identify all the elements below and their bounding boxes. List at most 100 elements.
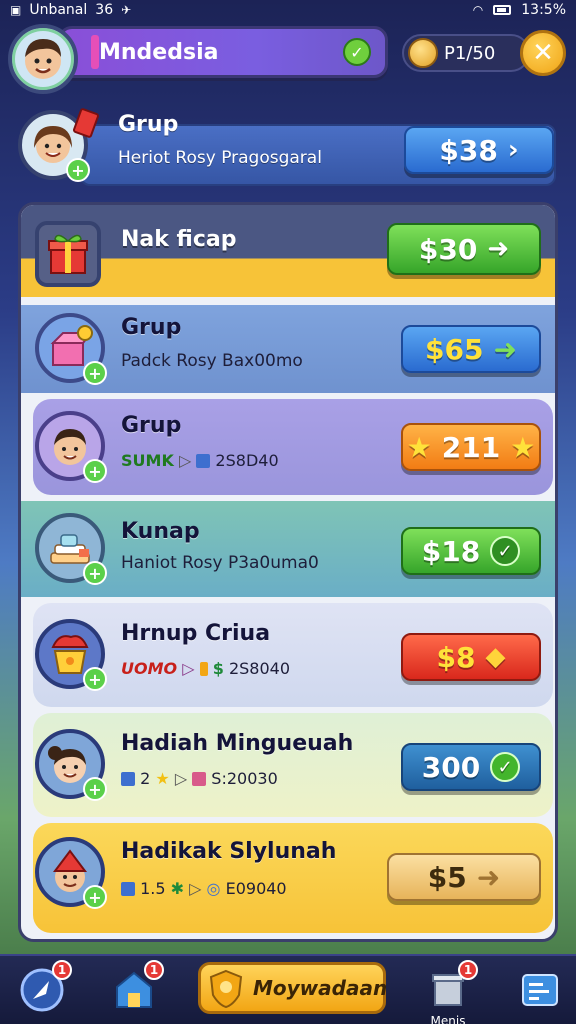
shield-icon (209, 969, 243, 1009)
wifi-icon: ◠ (472, 3, 484, 17)
add-icon: + (83, 667, 107, 691)
ticket-icon (121, 772, 135, 786)
item-sub-value: 2S8D40 (215, 451, 279, 470)
play-icon: ▷ (189, 879, 207, 898)
nav-settings-button[interactable] (512, 962, 568, 1018)
player-name-bar[interactable]: Mndedsia ✓ (58, 26, 388, 78)
item-sub-value: S:20030 (211, 769, 278, 788)
arrow-right-icon: ➜ (487, 234, 510, 264)
top-offer-subtitle: Heriot Rosy Pragosgaral (118, 148, 322, 168)
item-price: 211 (441, 430, 501, 464)
item-sub-count: 2 (140, 769, 151, 788)
item-title: Hadikak Slylunah (121, 839, 337, 864)
add-icon: + (66, 158, 90, 182)
item-avatar: + (35, 411, 107, 483)
nav-profile-button[interactable]: 1 (14, 960, 72, 1018)
top-offer-buy-button[interactable]: $38 › (404, 126, 554, 174)
item-avatar: + (35, 313, 107, 385)
item-title: Kunap (121, 519, 200, 544)
item-sub-prefix: SUMK (121, 451, 174, 470)
verified-check-icon: ✓ (343, 38, 371, 66)
item-buy-button[interactable]: ★ 211 ★ (401, 423, 541, 471)
carrier-label: Unbanal (29, 2, 88, 18)
item-sub-value: 2S8040 (228, 659, 290, 678)
ticket-icon (196, 454, 211, 468)
item-title: Hadiah Mingueuah (121, 731, 354, 756)
settings-panel-icon (522, 974, 558, 1006)
item-price: $65 (425, 332, 484, 366)
item-subtitle: SUMK ▷ 2S8D40 (121, 451, 279, 470)
boy-avatar-icon (25, 39, 61, 79)
arrow-right-icon: ➜ (493, 332, 517, 366)
top-offer-title: Grup (118, 112, 179, 137)
item-title: Grup (121, 315, 182, 340)
add-icon: + (83, 885, 107, 909)
player-avatar[interactable] (8, 24, 78, 94)
check-icon: ✓ (490, 536, 521, 566)
ticket-icon (192, 772, 207, 786)
panel-title: Nak ficap (121, 227, 237, 252)
item-price: $8 (436, 640, 476, 674)
item-avatar: + (35, 513, 107, 585)
panel-price: $30 (418, 232, 478, 266)
item-buy-button[interactable]: $5 ➜ (387, 853, 541, 901)
offer-row: + Hadiah Mingueuah 2 ★ ▷ S:20030 300 ✓ (21, 713, 555, 817)
check-icon: ✓ (490, 752, 521, 782)
panel-buy-button[interactable]: $30 ➜ (387, 223, 541, 275)
name-bar-accent (91, 35, 99, 69)
clock-label: 13:5% (521, 2, 566, 18)
cookie-coin-icon (408, 38, 438, 68)
coin-balance[interactable]: P1/50 (402, 34, 530, 72)
battery-icon (493, 5, 512, 15)
item-buy-button[interactable]: 300 ✓ (401, 743, 541, 791)
star-icon: ★ (155, 769, 170, 788)
star-icon: ★ (406, 430, 432, 464)
offer-row: + Hadikak Slylunah 1.5 ✱ ▷ ◎ E09040 $5 ➜ (21, 823, 555, 933)
nav-menu-button[interactable]: 1 Menis (420, 960, 478, 1024)
close-button[interactable]: ✕ (520, 30, 566, 76)
coin-balance-value: P1/50 (444, 42, 496, 64)
notification-icon: ▣ (10, 3, 22, 17)
item-sub-prefix: UOMO (121, 659, 178, 678)
gift-box-icon (48, 234, 88, 274)
add-icon: + (83, 777, 107, 801)
item-subtitle: Padck Rosy Bax00mo (121, 351, 303, 371)
star-icon: ★ (510, 430, 536, 464)
nav-center-button[interactable]: Moywadaan (198, 962, 388, 1014)
close-icon: ✕ (532, 38, 554, 68)
offer-row: + Grup Padck Rosy Bax00mo $65 ➜ (21, 305, 555, 393)
offers-panel: Nak ficap $30 ➜ + Grup Padck Rosy Bax00m… (18, 202, 558, 942)
dollar-icon: $ (212, 659, 224, 678)
play-icon: ▷ (174, 769, 193, 788)
sparkle-icon: ✱ (170, 879, 185, 898)
ticket-icon (199, 662, 208, 676)
item-buy-button[interactable]: $65 ➜ (401, 325, 541, 373)
item-subtitle: 1.5 ✱ ▷ ◎ E09040 (121, 879, 287, 898)
item-avatar: + (35, 837, 107, 909)
chevron-right-icon: › (507, 135, 519, 165)
item-subtitle: UOMO ▷ $ 2S8040 (121, 659, 290, 678)
offer-row: + Kunap Haniot Rosy P3a0uma0 $18 ✓ (21, 501, 555, 597)
item-price: $18 (421, 534, 481, 568)
add-icon: + (83, 561, 107, 585)
nav-center-label: Moywadaan (253, 976, 388, 1000)
bottom-nav: 1 1 Moywadaan 1 Menis (0, 954, 576, 1024)
item-title: Hrnup Criua (121, 621, 271, 646)
item-subtitle: 2 ★ ▷ S:20030 (121, 769, 278, 788)
nav-profile-badge: 1 (52, 960, 72, 980)
item-avatar: + (35, 729, 107, 801)
nav-shop-badge: 1 (144, 960, 164, 980)
nav-shop-button[interactable]: 1 (106, 960, 164, 1018)
item-price: $5 (427, 860, 467, 894)
item-price: 300 (421, 750, 481, 784)
status-bar: ▣ Unbanal 36 ✈ ◠ 13:5% (0, 0, 576, 20)
network-icon: ✈ (121, 3, 132, 17)
item-buy-button[interactable]: $8 ◆ (401, 633, 541, 681)
top-offer-price: $38 (439, 133, 498, 167)
item-sub-count: 1.5 (140, 879, 166, 898)
item-title: Grup (121, 413, 182, 438)
play-icon: ▷ (182, 659, 200, 678)
offer-row: + Hrnup Criua UOMO ▷ $ 2S8040 $8 ◆ (21, 603, 555, 707)
add-icon: + (83, 361, 107, 385)
item-buy-button[interactable]: $18 ✓ (401, 527, 541, 575)
